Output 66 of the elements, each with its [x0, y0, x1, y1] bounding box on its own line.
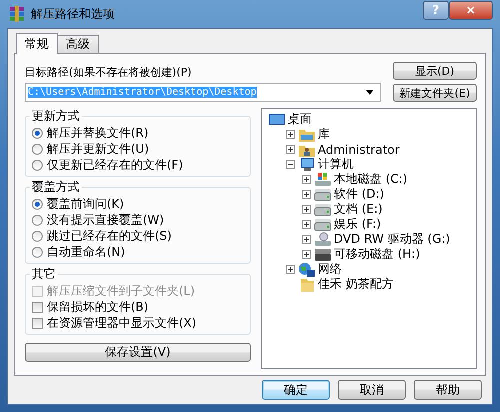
- expander-icon[interactable]: [284, 160, 296, 169]
- expander-icon[interactable]: [300, 175, 312, 184]
- option-label: 在资源管理器中显示文件(X): [47, 314, 197, 332]
- radio-button[interactable]: [32, 198, 43, 210]
- option-label: 仅更新已经存在的文件(F): [47, 156, 184, 174]
- dialog-button[interactable]: 帮助: [414, 380, 482, 400]
- checkbox[interactable]: [32, 302, 43, 312]
- tree-item[interactable]: 文档 (E:): [334, 201, 383, 218]
- expander-icon[interactable]: [284, 130, 296, 139]
- radio-button[interactable]: [32, 144, 43, 154]
- monitor-icon: [268, 112, 286, 128]
- drive-icon: [314, 172, 332, 188]
- dialog-button[interactable]: 取消: [338, 380, 406, 400]
- tree-item[interactable]: 网络: [318, 261, 342, 278]
- drive-icon: [314, 216, 332, 232]
- option-label: 跳过已经存在的文件(S): [47, 228, 172, 244]
- caret-icon[interactable]: [366, 90, 374, 95]
- save-settings-button[interactable]: 保存设置(V): [25, 343, 251, 362]
- radio-button[interactable]: [32, 128, 43, 138]
- drive-icon: [314, 246, 332, 262]
- tab[interactable]: 常规: [16, 33, 58, 54]
- tree-item[interactable]: DVD RW 驱动器 (G:): [334, 231, 450, 248]
- computer-icon: [298, 156, 316, 172]
- expander-icon[interactable]: [284, 265, 296, 274]
- option-label: 覆盖前询问(K): [47, 196, 124, 212]
- side-button[interactable]: 显示(D): [393, 62, 477, 80]
- expander-icon[interactable]: [300, 220, 312, 229]
- tree-item[interactable]: 本地磁盘 (C:): [334, 171, 408, 188]
- option-label: 没有提示直接覆盖(W): [47, 212, 164, 228]
- archive-icon: [9, 6, 25, 22]
- option-label: 解压并替换文件(R): [47, 124, 149, 142]
- group-title: 其它: [31, 266, 57, 283]
- tab[interactable]: 高级: [57, 35, 99, 53]
- tree-item[interactable]: 佳禾 奶茶配方: [318, 276, 394, 293]
- tree-item[interactable]: 软件 (D:): [334, 186, 384, 203]
- group-title: 覆盖方式: [31, 179, 81, 196]
- radio-button[interactable]: [32, 246, 43, 258]
- tree-item[interactable]: 可移动磁盘 (H:): [334, 246, 420, 263]
- radio-button[interactable]: [32, 214, 43, 226]
- expander-icon[interactable]: [300, 205, 312, 214]
- folder-icon: [298, 276, 316, 292]
- tree-item[interactable]: 库: [318, 126, 330, 143]
- path-label: 目标路径(如果不存在将被创建)(P): [25, 65, 193, 80]
- tree-item[interactable]: 娱乐 (F:): [334, 216, 382, 233]
- group-title: 更新方式: [31, 108, 81, 125]
- drive-icon: [314, 186, 332, 202]
- tree-item[interactable]: 桌面: [288, 111, 312, 128]
- tree-item[interactable]: 计算机: [318, 156, 354, 173]
- expander-icon[interactable]: [300, 250, 312, 259]
- disc-drive-icon: [314, 232, 332, 248]
- side-button[interactable]: 新建文件夹(E): [393, 84, 477, 102]
- expander-icon[interactable]: [300, 190, 312, 199]
- ok-button[interactable]: 确定: [262, 380, 330, 400]
- tree-item[interactable]: Administrator: [318, 142, 400, 156]
- radio-button[interactable]: [32, 230, 43, 242]
- option-label: 解压并更新文件(U): [47, 140, 150, 158]
- expander-icon[interactable]: [284, 145, 296, 154]
- option-label: 自动重命名(N): [47, 244, 126, 260]
- expander-icon[interactable]: [300, 235, 312, 244]
- option-label: 解压压缩文件到子文件夹(L): [47, 282, 196, 300]
- option-label: 保留损坏的文件(B): [47, 298, 149, 316]
- globe-icon: [298, 262, 316, 278]
- drive-icon: [314, 202, 332, 218]
- checkbox[interactable]: [32, 318, 43, 328]
- radio-button[interactable]: [32, 160, 43, 170]
- window-title: 解压路径和选项: [31, 6, 115, 22]
